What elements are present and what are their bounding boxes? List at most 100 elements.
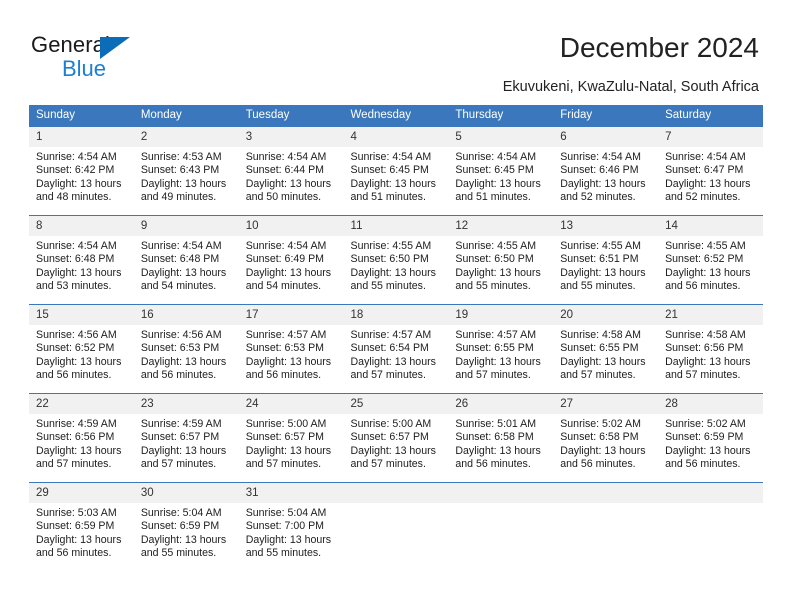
day-cell[interactable]: 25 Sunrise: 5:00 AM Sunset: 6:57 PM Dayl… <box>343 393 449 483</box>
day-number: 31 <box>238 483 344 503</box>
day-cell[interactable]: 24 Sunrise: 5:00 AM Sunset: 6:57 PM Dayl… <box>238 393 344 483</box>
day-details <box>553 503 658 571</box>
daylight-text-line2: and 57 minutes. <box>560 369 636 382</box>
day-details <box>448 503 553 571</box>
day-cell[interactable]: 4 Sunrise: 4:54 AM Sunset: 6:45 PM Dayli… <box>343 126 449 216</box>
day-cell[interactable]: 27 Sunrise: 5:02 AM Sunset: 6:58 PM Dayl… <box>553 393 659 483</box>
general-blue-logo: General Blue <box>31 32 251 87</box>
day-cell[interactable]: 23 Sunrise: 4:59 AM Sunset: 6:57 PM Dayl… <box>133 393 239 483</box>
sunrise-text: Sunrise: 4:54 AM <box>560 151 641 163</box>
sunrise-text: Sunrise: 4:58 AM <box>665 329 746 341</box>
day-cell[interactable]: 21 Sunrise: 4:58 AM Sunset: 6:56 PM Dayl… <box>658 304 763 394</box>
daylight-text-line1: Daylight: 13 hours <box>36 444 122 457</box>
day-cell[interactable]: 2 Sunrise: 4:53 AM Sunset: 6:43 PM Dayli… <box>133 126 239 216</box>
daylight-text-line2: and 56 minutes. <box>455 458 531 471</box>
sunrise-text: Sunrise: 4:59 AM <box>140 418 222 430</box>
day-cell[interactable]: 29 Sunrise: 5:03 AM Sunset: 6:59 PM Dayl… <box>29 482 134 571</box>
daylight-text-line2: and 52 minutes. <box>665 191 741 204</box>
day-details: Sunrise: 5:04 AM Sunset: 7:00 PM Dayligh… <box>239 503 344 571</box>
day-cell[interactable]: 20 Sunrise: 4:58 AM Sunset: 6:55 PM Dayl… <box>553 304 659 394</box>
day-details: Sunrise: 4:54 AM Sunset: 6:46 PM Dayligh… <box>553 147 658 215</box>
day-cell[interactable]: 9 Sunrise: 4:54 AM Sunset: 6:48 PM Dayli… <box>133 215 239 305</box>
sunset-text: Sunset: 6:56 PM <box>665 342 744 355</box>
day-number: 24 <box>238 394 344 414</box>
day-details: Sunrise: 4:58 AM Sunset: 6:56 PM Dayligh… <box>658 325 763 393</box>
day-cell[interactable]: 6 Sunrise: 4:54 AM Sunset: 6:46 PM Dayli… <box>553 126 659 216</box>
day-cell[interactable]: 19 Sunrise: 4:57 AM Sunset: 6:55 PM Dayl… <box>448 304 554 394</box>
day-details: Sunrise: 5:00 AM Sunset: 6:57 PM Dayligh… <box>239 414 344 482</box>
day-cell[interactable]: 17 Sunrise: 4:57 AM Sunset: 6:53 PM Dayl… <box>238 304 344 394</box>
sunset-text: Sunset: 6:45 PM <box>350 164 429 177</box>
day-cell[interactable]: 22 Sunrise: 4:59 AM Sunset: 6:56 PM Dayl… <box>29 393 134 483</box>
day-cell[interactable]: 18 Sunrise: 4:57 AM Sunset: 6:54 PM Dayl… <box>343 304 449 394</box>
day-details: Sunrise: 4:55 AM Sunset: 6:51 PM Dayligh… <box>553 236 658 304</box>
day-number: 20 <box>553 305 659 325</box>
daylight-text-line2: and 56 minutes. <box>665 458 741 471</box>
day-number: 19 <box>448 305 554 325</box>
day-cell[interactable]: 28 Sunrise: 5:02 AM Sunset: 6:59 PM Dayl… <box>658 393 763 483</box>
day-details: Sunrise: 5:01 AM Sunset: 6:58 PM Dayligh… <box>448 414 553 482</box>
daylight-text-line1: Daylight: 13 hours <box>245 533 332 546</box>
day-details: Sunrise: 5:03 AM Sunset: 6:59 PM Dayligh… <box>29 503 134 571</box>
day-cell[interactable]: 7 Sunrise: 4:54 AM Sunset: 6:47 PM Dayli… <box>658 126 763 216</box>
daylight-text-line2: and 57 minutes. <box>140 458 217 471</box>
day-cell[interactable]: 12 Sunrise: 4:55 AM Sunset: 6:50 PM Dayl… <box>448 215 554 305</box>
daylight-text-line2: and 57 minutes. <box>665 369 741 382</box>
daylight-text-line1: Daylight: 13 hours <box>140 177 227 190</box>
daylight-text-line2: and 56 minutes. <box>245 369 322 382</box>
day-number: 3 <box>238 127 344 147</box>
daylight-text-line2: and 55 minutes. <box>560 280 636 293</box>
weekday-header-sunday: Sunday <box>29 105 134 127</box>
weekday-header-tuesday: Tuesday <box>238 105 344 127</box>
sunset-text: Sunset: 6:57 PM <box>245 431 325 444</box>
sunset-text: Sunset: 6:58 PM <box>560 431 639 444</box>
day-cell-empty <box>448 482 554 571</box>
day-cell[interactable]: 5 Sunrise: 4:54 AM Sunset: 6:45 PM Dayli… <box>448 126 554 216</box>
sunset-text: Sunset: 6:56 PM <box>36 431 115 444</box>
daylight-text-line1: Daylight: 13 hours <box>36 266 122 279</box>
day-cell-empty <box>658 482 763 571</box>
daylight-text-line2: and 56 minutes. <box>140 369 217 382</box>
day-cell[interactable]: 30 Sunrise: 5:04 AM Sunset: 6:59 PM Dayl… <box>133 482 239 571</box>
day-cell[interactable]: 13 Sunrise: 4:55 AM Sunset: 6:51 PM Dayl… <box>553 215 659 305</box>
day-cell[interactable]: 15 Sunrise: 4:56 AM Sunset: 6:52 PM Dayl… <box>29 304 134 394</box>
day-cell[interactable]: 8 Sunrise: 4:54 AM Sunset: 6:48 PM Dayli… <box>29 215 134 305</box>
day-cell-empty <box>343 482 449 571</box>
day-cell[interactable]: 3 Sunrise: 4:54 AM Sunset: 6:44 PM Dayli… <box>238 126 344 216</box>
day-details: Sunrise: 4:57 AM Sunset: 6:55 PM Dayligh… <box>448 325 553 393</box>
day-cell[interactable]: 31 Sunrise: 5:04 AM Sunset: 7:00 PM Dayl… <box>238 482 344 571</box>
calendar-week-row: 15 Sunrise: 4:56 AM Sunset: 6:52 PM Dayl… <box>29 304 763 394</box>
daylight-text-line1: Daylight: 13 hours <box>665 444 751 457</box>
day-cell[interactable]: 26 Sunrise: 5:01 AM Sunset: 6:58 PM Dayl… <box>448 393 554 483</box>
day-cell[interactable]: 10 Sunrise: 4:54 AM Sunset: 6:49 PM Dayl… <box>238 215 344 305</box>
sunset-text: Sunset: 6:55 PM <box>560 342 639 355</box>
daylight-text-line2: and 56 minutes. <box>560 458 636 471</box>
daylight-text-line2: and 55 minutes. <box>245 547 322 560</box>
daylight-text-line1: Daylight: 13 hours <box>455 355 541 368</box>
sunrise-text: Sunrise: 4:54 AM <box>455 151 537 163</box>
sunset-text: Sunset: 6:50 PM <box>455 253 534 266</box>
sunrise-text: Sunrise: 5:00 AM <box>245 418 327 430</box>
day-cell[interactable]: 16 Sunrise: 4:56 AM Sunset: 6:53 PM Dayl… <box>133 304 239 394</box>
day-cell[interactable]: 14 Sunrise: 4:55 AM Sunset: 6:52 PM Dayl… <box>658 215 763 305</box>
daylight-text-line2: and 56 minutes. <box>665 280 741 293</box>
sunrise-text: Sunrise: 5:02 AM <box>560 418 641 430</box>
weekday-header-friday: Friday <box>553 105 659 127</box>
sunrise-text: Sunrise: 4:58 AM <box>560 329 641 341</box>
daylight-text-line2: and 56 minutes. <box>36 547 112 560</box>
sunset-text: Sunset: 6:55 PM <box>455 342 534 355</box>
day-cell[interactable]: 11 Sunrise: 4:55 AM Sunset: 6:50 PM Dayl… <box>343 215 449 305</box>
daylight-text-line2: and 57 minutes. <box>245 458 322 471</box>
daylight-text-line2: and 57 minutes. <box>350 458 426 471</box>
daylight-text-line1: Daylight: 13 hours <box>350 355 436 368</box>
day-number: 1 <box>29 127 134 147</box>
sunrise-text: Sunrise: 4:54 AM <box>140 240 222 252</box>
sunrise-text: Sunrise: 4:54 AM <box>36 151 117 163</box>
day-number <box>658 483 763 503</box>
sunrise-text: Sunrise: 5:04 AM <box>245 507 327 519</box>
daylight-text-line1: Daylight: 13 hours <box>245 444 332 457</box>
day-cell[interactable]: 1 Sunrise: 4:54 AM Sunset: 6:42 PM Dayli… <box>29 126 134 216</box>
day-details: Sunrise: 4:54 AM Sunset: 6:48 PM Dayligh… <box>29 236 134 304</box>
day-number: 10 <box>238 216 344 236</box>
daylight-text-line2: and 50 minutes. <box>245 191 322 204</box>
